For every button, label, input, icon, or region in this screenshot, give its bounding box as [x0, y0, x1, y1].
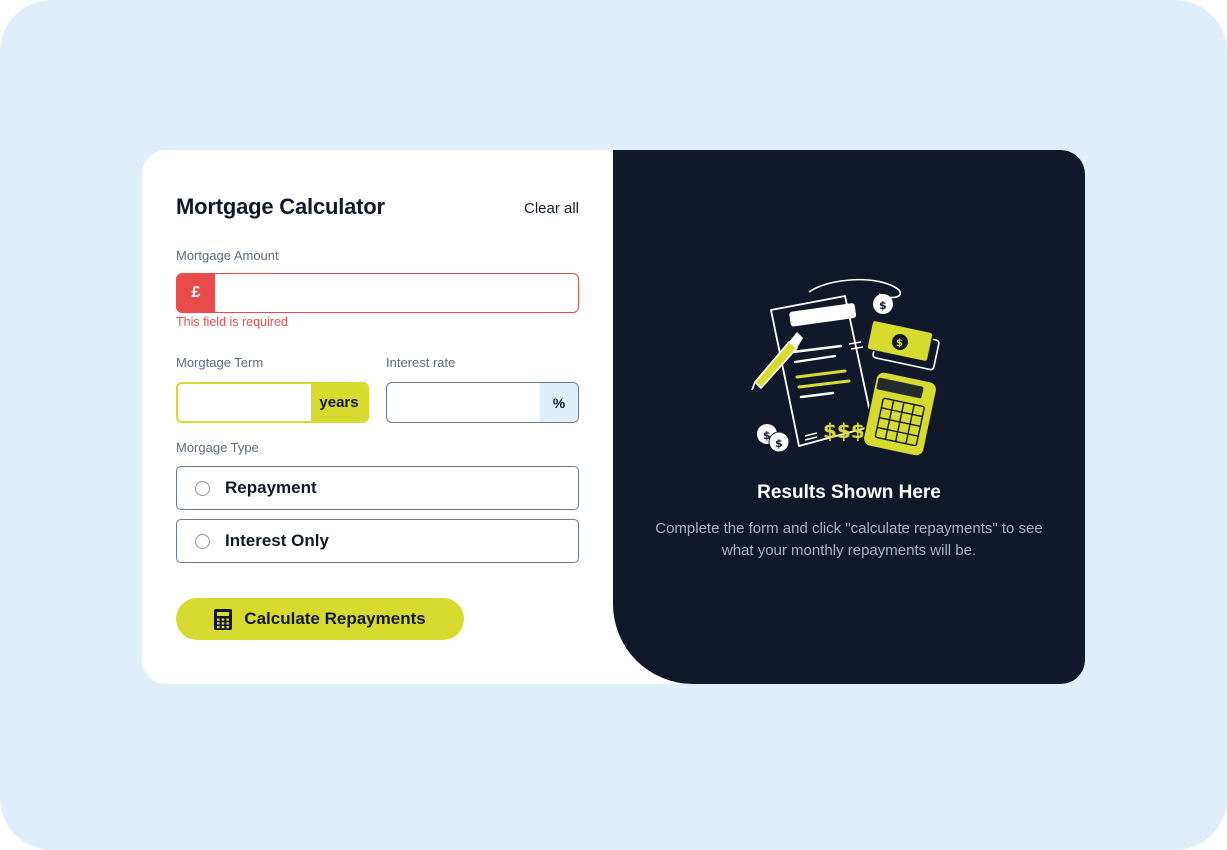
radio-option-repayment[interactable]: Repayment: [176, 466, 579, 510]
interest-rate-label: Interest rate: [386, 355, 456, 370]
calculator-icon: [214, 608, 233, 630]
radio-button[interactable]: [195, 480, 210, 496]
calculate-repayments-button[interactable]: Calculate Repayments: [176, 598, 464, 640]
clear-all-link[interactable]: Clear all: [524, 200, 579, 217]
empty-results-illustration-icon: $$$ $ $ $ $: [751, 278, 940, 457]
radio-button[interactable]: [195, 533, 210, 549]
mortgage-type-label: Morgage Type: [176, 440, 259, 455]
results-description: Complete the form and click "calculate r…: [655, 520, 1043, 559]
page-title: Mortgage Calculator: [176, 194, 385, 219]
calculator-card: Mortgage Calculator Clear all Mortgage A…: [142, 150, 1085, 684]
form-panel: Mortgage Calculator Clear all Mortgage A…: [142, 150, 613, 684]
mortgage-term-field: years: [176, 382, 369, 423]
page-background: Mortgage Calculator Clear all Mortgage A…: [0, 0, 1227, 850]
svg-text:$: $: [763, 429, 771, 442]
results-title: Results Shown Here: [757, 482, 941, 503]
mortgage-amount-field: £: [176, 273, 579, 313]
percent-suffix: %: [540, 383, 578, 422]
radio-label-interest-only: Interest Only: [225, 531, 329, 550]
mortgage-amount-error: This field is required: [176, 315, 288, 329]
interest-rate-input[interactable]: [387, 383, 540, 422]
calculate-button-label: Calculate Repayments: [244, 609, 426, 628]
mortgage-amount-label: Mortgage Amount: [176, 248, 279, 263]
years-suffix: years: [311, 384, 367, 421]
currency-prefix: £: [177, 274, 215, 312]
radio-option-interest-only[interactable]: Interest Only: [176, 519, 579, 563]
results-panel: $$$ $ $ $ $ Results Shown Here Complete …: [613, 150, 1085, 684]
radio-label-repayment: Repayment: [225, 478, 317, 497]
interest-rate-field: %: [386, 382, 579, 423]
svg-text:$: $: [775, 437, 783, 450]
svg-text:$: $: [879, 299, 887, 312]
svg-text:$$$: $$$: [823, 419, 865, 443]
mortgage-term-label: Morgtage Term: [176, 355, 264, 370]
mortgage-amount-input[interactable]: [215, 274, 578, 312]
mortgage-term-input[interactable]: [178, 384, 311, 421]
svg-text:$: $: [896, 338, 903, 349]
